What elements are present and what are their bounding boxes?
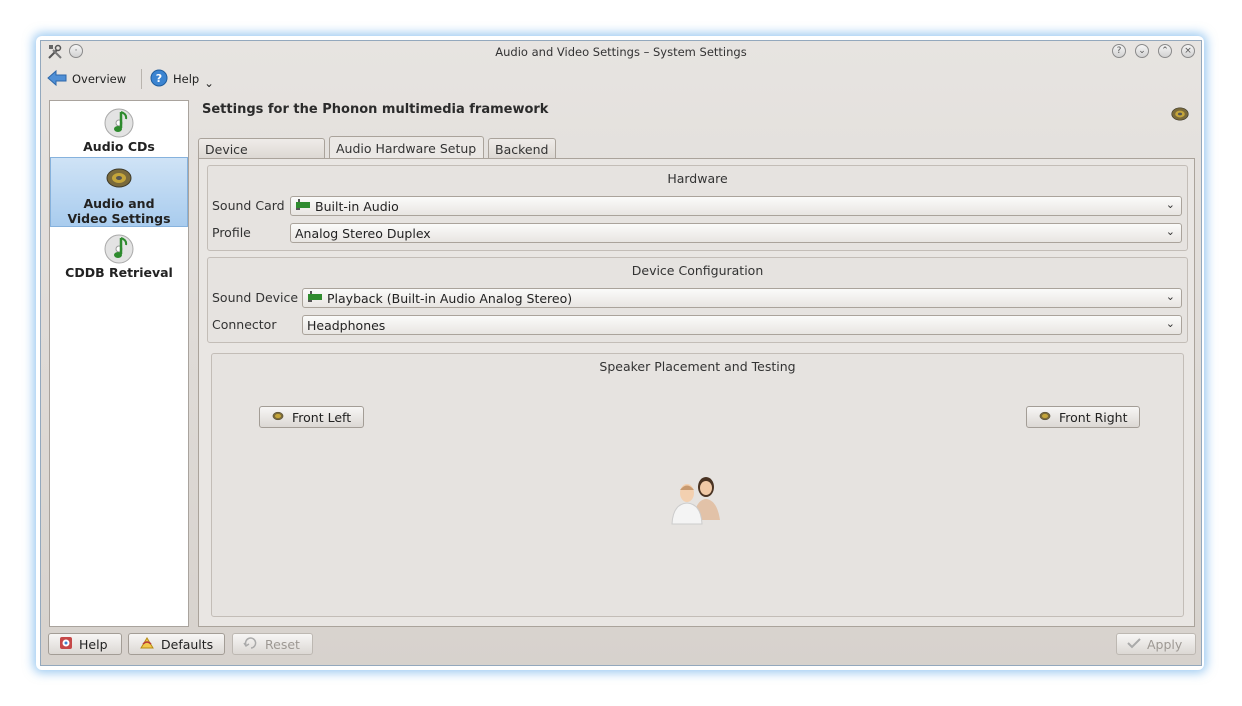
reset-icon [243,636,259,652]
connector-value: Headphones [307,318,386,333]
speaker-placement-title: Speaker Placement and Testing [599,359,796,374]
chevron-down-icon: ⌄ [1165,317,1175,330]
title-bar: · Audio and Video Settings – System Sett… [41,41,1201,63]
module-sidebar: Audio CDs Audio and Video Settings CDDB … [49,100,189,627]
sidebar-item-label: Audio CDs [83,139,155,154]
hardware-title: Hardware [667,171,728,186]
tab-device-preference[interactable]: Device Preference [198,138,325,172]
sound-device-label: Sound Device [212,290,299,305]
front-right-label: Front Right [1059,409,1128,425]
speaker-placement-group: Speaker Placement and Testing Front Left… [211,353,1184,617]
window-help-button[interactable]: ? [1112,44,1126,58]
speaker-icon [270,410,286,425]
sound-device-icon [307,291,323,306]
speaker-icon [51,164,187,196]
reset-button-label: Reset [265,636,300,652]
toolbar-separator [141,69,142,89]
tab-backend[interactable]: Backend [488,138,556,159]
apply-button[interactable]: Apply [1116,633,1196,655]
tab-audio-hardware-setup[interactable]: Audio Hardware Setup [329,136,484,159]
close-button[interactable]: × [1181,44,1195,58]
front-right-button[interactable]: Front Right [1026,406,1140,428]
maximize-button[interactable]: ⌃ [1158,44,1172,58]
hardware-group: Hardware Sound Card Built-in Audio ⌄ Pro… [207,165,1188,251]
defaults-icon [139,636,155,653]
overview-button[interactable]: Overview [47,68,126,90]
defaults-button[interactable]: Defaults [128,633,225,655]
chevron-down-icon: ⌄ [204,76,214,90]
chevron-down-icon: ⌄ [1165,198,1175,211]
back-arrow-icon [47,69,67,90]
minimize-button[interactable]: ⌄ [1135,44,1149,58]
help-label: Help [173,72,200,86]
sidebar-item-audio-video-settings[interactable]: Audio and Video Settings [50,157,188,227]
phonon-speaker-icon [1169,104,1191,127]
sound-card-select[interactable]: Built-in Audio ⌄ [290,196,1182,216]
sidebar-item-cddb-retrieval[interactable]: CDDB Retrieval [50,231,188,281]
help-book-icon [59,636,73,653]
sidebar-item-audio-cds[interactable]: Audio CDs [50,105,188,155]
tab-content: Hardware Sound Card Built-in Audio ⌄ Pro… [198,158,1195,627]
front-left-label: Front Left [292,409,352,425]
checkmark-icon [1127,637,1141,652]
profile-select[interactable]: Analog Stereo Duplex ⌄ [290,223,1182,243]
speaker-icon [1037,410,1053,425]
sidebar-item-label: Audio and [83,196,155,211]
window-title: Audio and Video Settings – System Settin… [495,45,747,59]
device-configuration-title: Device Configuration [631,263,764,278]
chevron-down-icon: ⌄ [1165,290,1175,303]
page-title: Settings for the Phonon multimedia frame… [202,102,549,117]
help-button[interactable]: Help [48,633,122,655]
overview-label: Overview [72,72,127,86]
chevron-down-icon: ⌄ [1165,225,1175,238]
sound-card-value: Built-in Audio [315,199,399,214]
listeners-icon [664,470,730,529]
front-left-button[interactable]: Front Left [259,406,364,428]
help-icon: ? [150,69,168,90]
cddb-icon [50,233,188,265]
sidebar-item-label: Video Settings [67,211,171,226]
help-button-label: Help [79,636,108,652]
defaults-button-label: Defaults [161,636,214,652]
sound-device-select[interactable]: Playback (Built-in Audio Analog Stereo) … [302,288,1182,308]
connector-label: Connector [212,317,277,332]
sound-card-icon [295,199,311,214]
profile-label: Profile [212,225,251,240]
audio-cd-icon [50,107,188,139]
sound-device-value: Playback (Built-in Audio Analog Stereo) [327,291,573,306]
svg-text:?: ? [156,72,162,85]
help-menu-button[interactable]: ? Help ⌄ [150,68,214,90]
connector-select[interactable]: Headphones ⌄ [302,315,1182,335]
reset-button[interactable]: Reset [232,633,313,655]
profile-value: Analog Stereo Duplex [295,226,431,241]
sidebar-item-label: CDDB Retrieval [65,265,173,280]
device-configuration-group: Device Configuration Sound Device Playba… [207,257,1188,343]
sound-card-label: Sound Card [212,198,285,213]
apply-button-label: Apply [1147,636,1183,652]
system-settings-window: · Audio and Video Settings – System Sett… [40,40,1202,666]
